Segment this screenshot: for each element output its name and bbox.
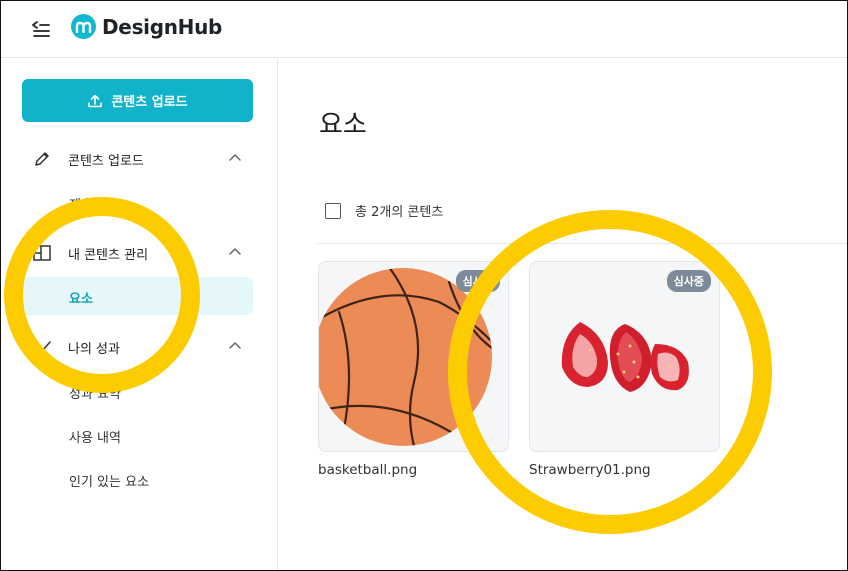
content-count: 총 2개의 콘텐츠: [355, 205, 444, 220]
chevron-up-icon[interactable]: [227, 150, 243, 166]
sidebar-item-elements[interactable]: 요소: [22, 277, 253, 315]
sidebar: 콘텐츠 업로드 콘텐츠 업로드 제출하기 내 콘텐츠 관리 요소 나의 성과 성…: [1, 58, 278, 570]
layout-icon: [31, 242, 53, 264]
select-all-checkbox[interactable]: [325, 202, 341, 219]
upload-content-button-label: 콘텐츠 업로드: [111, 95, 188, 110]
chevron-up-icon[interactable]: [227, 338, 243, 354]
pencil-icon: [31, 148, 53, 170]
chevron-up-icon[interactable]: [227, 244, 243, 260]
sidebar-item-submit[interactable]: 제출하기: [69, 194, 117, 213]
divider: [317, 243, 847, 244]
content-card[interactable]: 심사중: [318, 261, 509, 452]
sidebar-section-upload-label: 콘텐츠 업로드: [68, 153, 144, 169]
card-filename: Strawberry01.png: [529, 462, 651, 478]
sidebar-item-performance-summary[interactable]: 성과 요약: [69, 383, 121, 402]
sidebar-section-my-content-label: 내 콘텐츠 관리: [68, 247, 149, 263]
content-card[interactable]: 심사중: [529, 261, 720, 452]
card-filename: basketball.png: [318, 462, 418, 478]
logo-mark-icon: [71, 14, 96, 39]
chart-line-icon: [31, 336, 53, 358]
sidebar-section-performance[interactable]: 나의 성과: [31, 334, 243, 360]
sidebar-section-upload[interactable]: 콘텐츠 업로드: [31, 146, 243, 172]
sidebar-item-popular-elements[interactable]: 인기 있는 요소: [69, 471, 149, 490]
logo-text: DesignHub: [102, 14, 223, 39]
status-badge: 심사중: [455, 270, 500, 292]
status-badge: 심사중: [666, 270, 711, 292]
sidebar-item-elements-label: 요소: [69, 292, 93, 307]
main-content: 요소 총 2개의 콘텐츠 심사중 basketball.png 심사중 Stra…: [278, 58, 847, 570]
app-logo[interactable]: DesignHub: [71, 14, 222, 39]
sidebar-section-my-content[interactable]: 내 콘텐츠 관리: [31, 240, 243, 266]
select-all-row: 총 2개의 콘텐츠: [325, 201, 443, 220]
page-title: 요소: [319, 110, 367, 140]
upload-icon: [88, 94, 103, 107]
upload-content-button[interactable]: 콘텐츠 업로드: [22, 79, 253, 122]
sidebar-item-usage-history[interactable]: 사용 내역: [69, 427, 121, 446]
collapse-menu-icon[interactable]: [28, 15, 54, 41]
sidebar-section-performance-label: 나의 성과: [68, 341, 120, 357]
top-bar: DesignHub: [1, 1, 847, 58]
